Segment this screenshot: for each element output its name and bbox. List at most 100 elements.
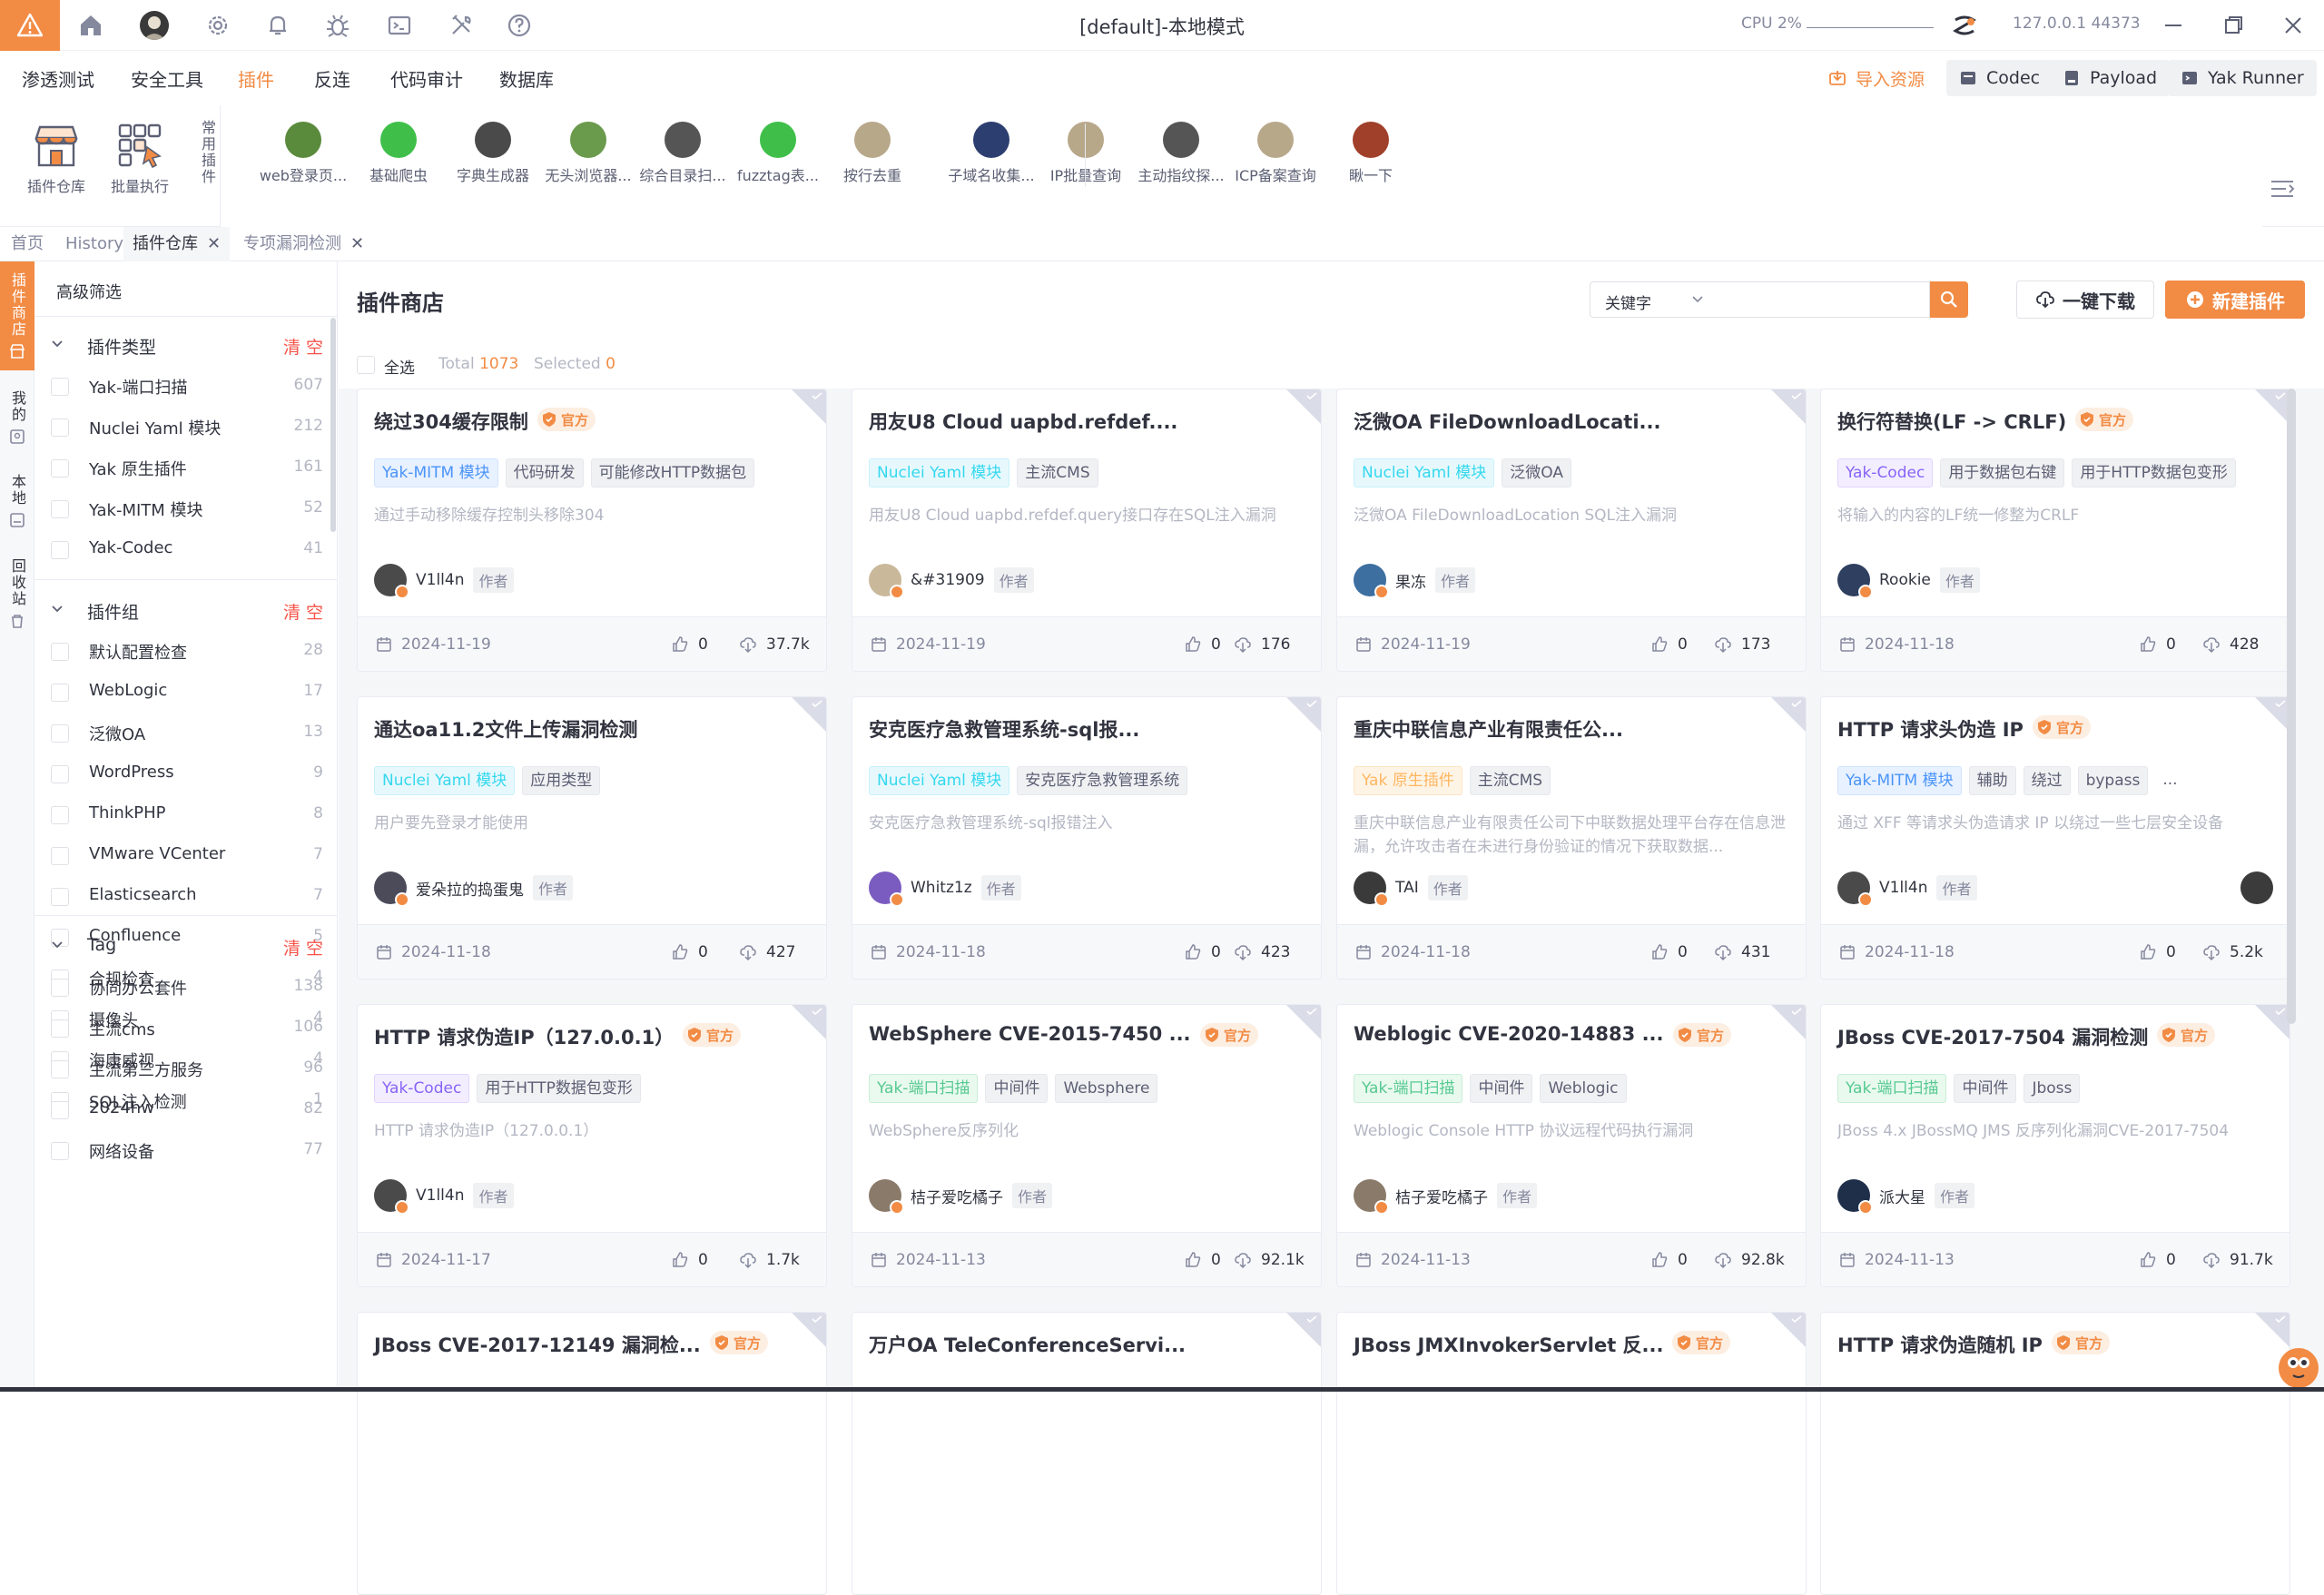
plugin-card[interactable]: HTTP 请求头伪造 IP 官方 Yak-MITM 模块 辅助 绕过 bypass...… (1820, 696, 2290, 980)
rail-recycle[interactable]: 回收站 (0, 548, 34, 639)
mascot-icon[interactable] (2270, 1328, 2324, 1392)
plugin-card[interactable]: 重庆中联信息产业有限责任公... Yak 原生插件 主流CMS 重庆中联信息产业有限责… (1336, 696, 1807, 980)
plugin-title[interactable]: HTTP 请求头伪造 IP (1837, 715, 2024, 743)
plugin-card[interactable]: 用友U8 Cloud uapbd.refdef.... Nuclei Yaml 模… (852, 389, 1322, 672)
search-type-select[interactable]: 关键字 (1590, 281, 1713, 318)
filter-option[interactable]: 协同办公套件 138 (51, 974, 323, 1001)
plugin-author[interactable]: V1ll4n 作者 (374, 562, 514, 599)
plugin-card[interactable]: JBoss CVE-2017-12149 漏洞检... 官方 (357, 1312, 827, 1595)
plugin-title[interactable]: Weblogic CVE-2020-14883 ... (1354, 1023, 1664, 1045)
plugin-title[interactable]: 安克医疗急救管理系统-sql报... (869, 715, 1139, 743)
bug-icon[interactable] (323, 11, 352, 40)
plugin-author[interactable]: TAI 作者 (1354, 870, 1468, 907)
common-plugin-item[interactable]: IP批量查询 (1031, 122, 1140, 185)
common-plugin-item[interactable]: 主动指纹探... (1127, 122, 1236, 185)
filter-checkbox[interactable] (51, 1142, 69, 1160)
search-input[interactable] (1712, 281, 1930, 318)
like-button[interactable]: 0 (1184, 1251, 1221, 1269)
filter-option[interactable]: 网络设备 77 (51, 1137, 323, 1165)
app-logo-icon[interactable] (0, 0, 60, 51)
download-button[interactable]: 427 (739, 943, 795, 961)
plugin-author[interactable]: 桔子爱吃橘子 作者 (869, 1177, 1053, 1215)
filter-option[interactable]: 默认配置检查 28 (51, 638, 323, 665)
filter-option[interactable]: 主流cms 106 (51, 1015, 323, 1042)
settings-icon[interactable] (203, 11, 232, 40)
like-button[interactable]: 0 (2139, 943, 2176, 961)
download-all-button[interactable]: 一键下载 (2016, 281, 2154, 319)
plugin-author[interactable]: V1ll4n 作者 (1837, 870, 1977, 907)
like-button[interactable]: 0 (1184, 635, 1221, 654)
common-plugin-item[interactable]: 瞅一下 (1316, 122, 1425, 185)
filter-checkbox[interactable] (51, 1101, 69, 1119)
new-plugin-button[interactable]: 新建插件 (2165, 281, 2305, 319)
plugin-title[interactable]: 重庆中联信息产业有限责任公... (1354, 715, 1623, 743)
like-button[interactable]: 0 (671, 1251, 708, 1269)
common-plugin-item[interactable]: 基础爬虫 (344, 122, 453, 185)
filter-group-header[interactable]: Tag 清 空 (51, 933, 323, 960)
import-resource-button[interactable]: 导入资源 (1816, 60, 1937, 96)
plugin-card[interactable]: 通达oa11.2文件上传漏洞检测 Nuclei Yaml 模块 应用类型 用户要先登录… (357, 696, 827, 980)
download-button[interactable]: 428 (2202, 635, 2259, 654)
filter-option[interactable]: Yak-端口扫描 607 (51, 373, 323, 400)
plugin-card[interactable]: HTTP 请求伪造随机 IP 官方 (1820, 1312, 2290, 1595)
plugin-author[interactable]: 桔子爱吃橘子 作者 (1354, 1177, 1538, 1215)
filter-checkbox[interactable] (51, 643, 69, 661)
plugin-title[interactable]: 万户OA TeleConferenceServi... (869, 1331, 1186, 1358)
filter-checkbox[interactable] (51, 684, 69, 702)
user-avatar[interactable] (140, 11, 169, 40)
filter-option[interactable]: Yak-Codec 41 (51, 537, 323, 564)
plugin-author[interactable]: Whitz1z 作者 (869, 870, 1021, 907)
filter-option[interactable]: Yak-MITM 模块 52 (51, 496, 323, 523)
plugin-title[interactable]: HTTP 请求伪造IP（127.0.0.1） (374, 1023, 674, 1050)
filter-checkbox[interactable] (51, 888, 69, 906)
common-plugin-item[interactable]: fuzztag表... (724, 122, 832, 185)
toolbar-collapse-icon[interactable] (2268, 174, 2297, 203)
plugin-author[interactable]: 爱朵拉的捣蛋鬼 作者 (374, 870, 574, 907)
plugin-card[interactable]: 泛微OA FileDownloadLocati... Nuclei Yaml 模块… (1336, 389, 1807, 672)
plugin-title[interactable]: 用友U8 Cloud uapbd.refdef.... (869, 408, 1177, 435)
select-all-checkbox[interactable] (357, 356, 375, 374)
plugin-title[interactable]: JBoss JMXInvokerServlet 反... (1354, 1331, 1663, 1358)
filter-group-header[interactable]: 插件类型 清 空 (51, 332, 323, 359)
filter-checkbox[interactable] (51, 459, 69, 478)
like-button[interactable]: 0 (1184, 943, 1221, 961)
plugin-card[interactable]: 安克医疗急救管理系统-sql报... Nuclei Yaml 模块 安克医疗急救管理… (852, 696, 1322, 980)
plugin-card[interactable]: HTTP 请求伪造IP（127.0.0.1） 官方 Yak-Codec 用于HTTP… (357, 1004, 827, 1287)
plugin-title[interactable]: 泛微OA FileDownloadLocati... (1354, 408, 1660, 435)
download-button[interactable]: 176 (1234, 635, 1290, 654)
rail-plugin-store[interactable]: 插件商店 (0, 261, 34, 370)
payload-button[interactable]: Payload (2050, 60, 2171, 96)
filter-checkbox[interactable] (51, 1019, 69, 1038)
menu-pentest[interactable]: 渗透测试 (22, 65, 94, 92)
home-icon[interactable] (76, 11, 105, 40)
common-plugin-item[interactable]: web登录页... (249, 122, 358, 185)
plugin-title[interactable]: WebSphere CVE-2015-7450 ... (869, 1023, 1191, 1045)
menu-database[interactable]: 数据库 (499, 65, 554, 92)
tab-home[interactable]: 首页 (2, 227, 53, 261)
tools-icon[interactable] (447, 11, 476, 40)
plugin-author[interactable]: Rookie 作者 (1837, 562, 1980, 599)
plugin-title[interactable]: 换行符替换(LF -> CRLF) (1837, 408, 2066, 435)
download-button[interactable]: 5.2k (2202, 943, 2263, 961)
filter-checkbox[interactable] (51, 500, 69, 518)
common-plugin-item[interactable]: 按行去重 (818, 122, 927, 185)
tab-close-icon[interactable]: ✕ (350, 234, 364, 253)
search-button[interactable] (1930, 281, 1968, 318)
main-scrollbar[interactable] (2287, 389, 2296, 1024)
plugin-title[interactable]: JBoss CVE-2017-12149 漏洞检... (374, 1331, 701, 1358)
like-button[interactable]: 0 (671, 635, 708, 654)
filter-checkbox[interactable] (51, 979, 69, 997)
common-plugin-item[interactable]: 子域名收集... (937, 122, 1046, 185)
plugin-store-tool[interactable]: 插件仓库 (20, 120, 93, 196)
menu-reverse[interactable]: 反连 (314, 65, 350, 92)
plugin-card[interactable]: WebSphere CVE-2015-7450 ... 官方 Yak-端口扫描 中间… (852, 1004, 1322, 1287)
filter-checkbox[interactable] (51, 418, 69, 437)
like-button[interactable]: 0 (2139, 635, 2176, 654)
filter-checkbox[interactable] (51, 765, 69, 783)
filter-option[interactable]: Nuclei Yaml 模块 212 (51, 414, 323, 441)
like-button[interactable]: 0 (1650, 635, 1688, 654)
filter-checkbox[interactable] (51, 724, 69, 743)
common-plugin-item[interactable]: 无头浏览器... (534, 122, 643, 185)
plugin-title[interactable]: 绕过304缓存限制 (374, 408, 528, 435)
download-button[interactable]: 37.7k (739, 635, 810, 654)
